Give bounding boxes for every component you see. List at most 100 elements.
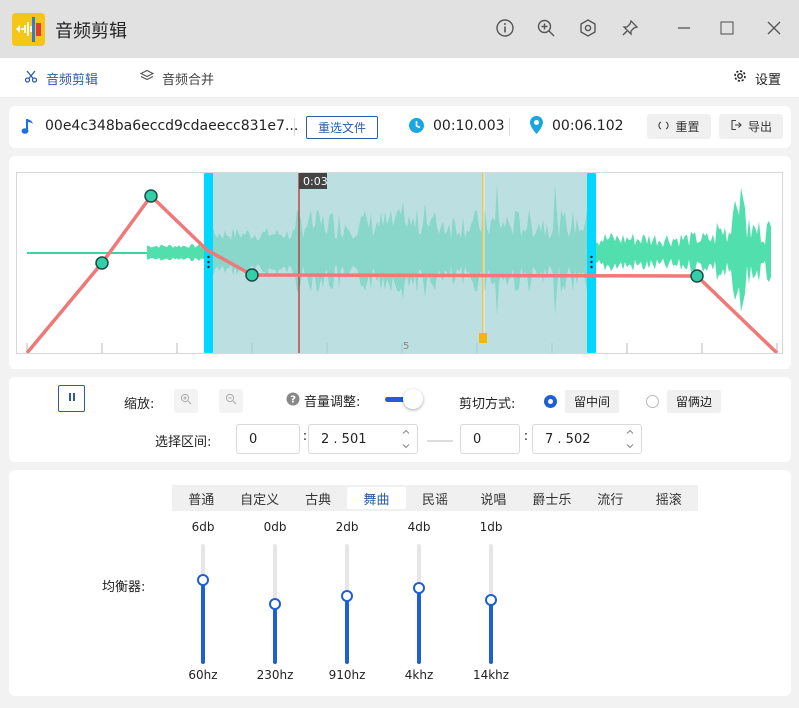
eq-frequency-label: 230hz: [256, 668, 294, 682]
preset-tab-active[interactable]: 舞曲: [347, 487, 406, 509]
eq-slider-knob[interactable]: [269, 598, 281, 610]
preset-tab[interactable]: 说唱: [464, 485, 522, 511]
range-separator: [427, 440, 453, 442]
cut-mode-keep-middle-label[interactable]: 留中间: [565, 390, 619, 413]
eq-slider-knob[interactable]: [197, 574, 209, 586]
preset-tab[interactable]: 摇滚: [640, 485, 698, 511]
eq-frequency-label: 60hz: [188, 668, 218, 682]
zoom-in-icon[interactable]: [535, 17, 557, 39]
hexagon-settings-icon[interactable]: [577, 17, 599, 39]
cut-mode-keep-sides-label[interactable]: 留俩边: [667, 390, 721, 413]
volume-slider[interactable]: [385, 389, 423, 409]
eq-band-4khz: 4db 4khz: [399, 520, 439, 690]
eq-slider[interactable]: [269, 544, 281, 664]
pin-icon[interactable]: [619, 17, 641, 39]
waveform-canvas[interactable]: 0:03 5: [17, 173, 782, 353]
gear-icon: [733, 69, 747, 87]
zoom-out-icon: [225, 393, 237, 409]
preset-tab[interactable]: 流行: [581, 485, 639, 511]
eq-preset-tabs: 普通 自定义 古典 舞曲 民谣 说唱 爵士乐 流行 摇滚: [172, 485, 698, 511]
eq-gain-label: 0db: [263, 520, 287, 534]
eq-band-230hz: 0db 230hz: [255, 520, 295, 690]
eq-band-60hz: 6db 60hz: [183, 520, 223, 690]
eq-frequency-label: 14khz: [472, 668, 510, 682]
maximize-icon[interactable]: [716, 17, 738, 39]
end-second-value: 7 . 502: [545, 431, 591, 447]
refresh-icon: [658, 120, 670, 134]
settings-button[interactable]: 设置: [733, 58, 781, 98]
eq-slider-knob[interactable]: [485, 594, 497, 606]
start-minute-input[interactable]: 0: [236, 424, 300, 454]
stepper-down-icon: [626, 444, 634, 449]
eq-frequency-label: 4khz: [404, 668, 434, 682]
preset-tab[interactable]: 爵士乐: [523, 485, 581, 511]
eq-slider-fill: [417, 588, 421, 664]
tab-audio-cut-label: 音频剪辑: [46, 72, 99, 88]
reselect-file-button[interactable]: 重选文件: [306, 116, 378, 139]
preset-tab[interactable]: 自定义: [230, 485, 288, 511]
playhead-time-text: 0:03: [303, 175, 328, 188]
export-label: 导出: [747, 120, 772, 134]
selection-region[interactable]: [212, 173, 587, 353]
nav-bar: 音频剪辑 音频合并 设置: [0, 58, 799, 98]
start-second-input[interactable]: 2 . 501: [308, 424, 418, 454]
eq-gain-label: 6db: [191, 520, 215, 534]
reset-button[interactable]: 重置: [647, 114, 711, 139]
preset-tab[interactable]: 古典: [289, 485, 347, 511]
eq-slider[interactable]: [485, 544, 497, 664]
app-logo-icon: [12, 13, 45, 46]
tick-label: 5: [403, 341, 409, 352]
export-button[interactable]: 导出: [719, 114, 783, 139]
help-icon[interactable]: ?: [286, 392, 300, 410]
divider: [294, 118, 295, 136]
envelope-point[interactable]: [690, 269, 704, 283]
envelope-point[interactable]: [245, 268, 259, 282]
waveform-editor[interactable]: 0:03 5: [16, 172, 783, 354]
volume-slider-knob[interactable]: [403, 389, 423, 409]
tab-audio-merge[interactable]: 音频合并: [139, 58, 215, 98]
envelope-point[interactable]: [144, 189, 158, 203]
close-icon[interactable]: [763, 17, 785, 39]
preset-tab[interactable]: 民谣: [406, 485, 464, 511]
start-second-value: 2 . 501: [321, 431, 367, 447]
file-info-card: 00e4c348ba6eccd9cdaeecc831e7... 重选文件 00:…: [9, 106, 791, 148]
settings-label: 设置: [755, 72, 782, 88]
position-marker-handle[interactable]: [479, 333, 487, 343]
minimize-icon[interactable]: [673, 17, 695, 39]
cut-mode-keep-sides-radio[interactable]: [646, 395, 659, 408]
zoom-out-button[interactable]: [219, 389, 243, 413]
music-note-icon: [21, 116, 37, 140]
eq-slider-knob[interactable]: [341, 590, 353, 602]
eq-band-14khz: 1db 14khz: [471, 520, 511, 690]
duration-value: 00:10.003: [433, 118, 505, 134]
tab-audio-cut[interactable]: 音频剪辑: [24, 58, 98, 98]
end-minute-value: 0: [473, 431, 482, 447]
eq-slider[interactable]: [413, 544, 425, 664]
divider: [509, 118, 510, 136]
end-second-stepper[interactable]: [625, 429, 635, 449]
eq-slider[interactable]: [341, 544, 353, 664]
info-icon[interactable]: [494, 17, 516, 39]
envelope-point[interactable]: [95, 256, 109, 270]
pause-button[interactable]: [58, 385, 85, 412]
end-second-input[interactable]: 7 . 502: [532, 424, 642, 454]
cut-mode-keep-middle-radio[interactable]: [544, 395, 557, 408]
zoom-in-icon: [180, 393, 192, 409]
export-icon: [730, 119, 742, 134]
eq-slider-knob[interactable]: [413, 582, 425, 594]
layers-icon: [139, 69, 155, 87]
title-bar: 音频剪辑: [0, 0, 799, 58]
eq-gain-label: 1db: [479, 520, 503, 534]
preset-tab[interactable]: 普通: [172, 485, 230, 511]
clock-icon: [408, 117, 425, 138]
start-second-stepper[interactable]: [401, 429, 411, 449]
stepper-up-icon: [402, 429, 410, 434]
eq-slider[interactable]: [197, 544, 209, 664]
radio-dot: [548, 399, 553, 404]
file-name: 00e4c348ba6eccd9cdaeecc831e7...: [45, 118, 299, 134]
end-minute-input[interactable]: 0: [460, 424, 520, 454]
tab-audio-merge-label: 音频合并: [162, 72, 215, 88]
eq-frequency-label: 910hz: [328, 668, 366, 682]
eq-slider-fill: [201, 580, 205, 664]
zoom-in-button[interactable]: [174, 389, 198, 413]
